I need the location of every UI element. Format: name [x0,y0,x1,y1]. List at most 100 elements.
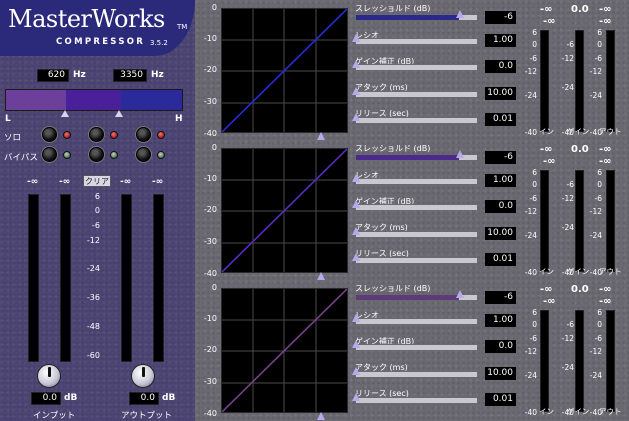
peak-gain: 0.0 [571,4,589,15]
attack-handle[interactable] [352,87,360,95]
input-gain-label: インプット [33,411,76,421]
release-slider[interactable] [355,397,478,404]
bypass-led-mid [110,151,118,159]
low-crossover-field[interactable]: 620 [37,69,69,82]
band-row-2: 0 -10 -20 -30 -40 スレッショルド (dB) -6 レシオ 1.00 ゲイン補… [196,280,629,420]
attack-slider[interactable] [355,371,478,378]
gain-value[interactable]: 0.0 [485,200,516,213]
gain-handle[interactable] [352,340,360,348]
ratio-slider[interactable] [355,38,478,45]
in-scale-tick: -24 [524,91,537,100]
gain-scale-tick: -24 [561,83,574,92]
io-scale-tick: 0 [94,206,100,215]
clear-button[interactable]: クリア [83,175,111,187]
gain-scale-tick: -12 [561,334,574,343]
in-meter [540,310,549,412]
bypass-button-high[interactable] [136,147,151,162]
in-scale-tick: 6 [532,28,537,37]
output-gain-field[interactable]: 0.0 [129,392,159,405]
gain-handle[interactable] [352,200,360,208]
release-handle[interactable] [352,253,360,261]
transfer-graph[interactable] [221,288,348,413]
io-scale-tick: 6 [94,192,100,201]
in-scale-tick: -6 [529,54,537,63]
graph-threshold-handle[interactable] [317,132,325,140]
transfer-graph[interactable] [221,148,348,273]
ratio-value[interactable]: 1.00 [485,314,516,327]
release-slider[interactable] [355,117,478,124]
graph-threshold-handle[interactable] [317,412,325,420]
threshold-value[interactable]: -6 [485,291,516,304]
threshold-value[interactable]: -6 [485,11,516,24]
release-value[interactable]: 0.01 [485,113,516,126]
high-crossover-handle[interactable] [115,110,123,117]
solo-button-low[interactable] [42,127,57,142]
in-scale-tick: 0 [532,180,537,189]
input-gain-field[interactable]: 0.0 [31,392,61,405]
threshold-handle[interactable] [456,150,464,158]
solo-led-mid [110,131,118,139]
ratio-value[interactable]: 1.00 [485,174,516,187]
input-knob-indicator [48,367,51,377]
gain-handle[interactable] [352,60,360,68]
input-gain-knob[interactable] [37,364,61,388]
left-panel: MasterWorks TM COMPRESSOR 3.5.2 620 Hz 3… [0,0,195,421]
output-gain-knob[interactable] [131,364,155,388]
attack-value[interactable]: 10.00 [485,87,516,100]
ratio-handle[interactable] [352,174,360,182]
output-knob-indicator [142,367,145,377]
gain-slider[interactable] [355,344,478,351]
input-peak-right: -∞ [59,177,71,187]
transfer-graph-svg [222,289,347,412]
solo-button-high[interactable] [136,127,151,142]
release-handle[interactable] [352,113,360,121]
threshold-value[interactable]: -6 [485,151,516,164]
graph-threshold-handle[interactable] [317,272,325,280]
output-meter-right [153,194,164,362]
gain-meter-label: ゲイン [567,127,590,136]
attack-value[interactable]: 10.00 [485,367,516,380]
high-crossover-field[interactable]: 3350 [113,69,147,82]
release-value[interactable]: 0.01 [485,253,516,266]
in-scale-tick: -24 [524,371,537,380]
threshold-handle[interactable] [456,10,464,18]
gain-value[interactable]: 0.0 [485,60,516,73]
in-meter [540,170,549,272]
bypass-button-low[interactable] [42,147,57,162]
attack-value[interactable]: 10.00 [485,227,516,240]
out-meter [606,170,615,272]
release-slider[interactable] [355,257,478,264]
threshold-handle[interactable] [456,290,464,298]
ratio-slider[interactable] [355,318,478,325]
gain-slider[interactable] [355,204,478,211]
graph-tick: -20 [203,65,217,74]
ratio-handle[interactable] [352,34,360,42]
gain-meter [575,30,584,132]
crossover-band-bar[interactable] [5,89,183,111]
band-right-label: H [175,114,183,124]
solo-button-mid[interactable] [89,127,104,142]
attack-handle[interactable] [352,367,360,375]
transfer-graph[interactable] [221,8,348,133]
attack-slider[interactable] [355,231,478,238]
graph-tick: -30 [203,97,217,106]
low-crossover-handle[interactable] [61,110,69,117]
graph-tick: -20 [203,205,217,214]
band-row-1: 0 -10 -20 -30 -40 スレッショルド (dB) -6 レシオ 1.00 ゲイン補… [196,140,629,280]
ratio-handle[interactable] [352,314,360,322]
attack-handle[interactable] [352,227,360,235]
attack-slider[interactable] [355,91,478,98]
gain-value[interactable]: 0.0 [485,340,516,353]
band-row-0: 0 -10 -20 -30 -40 スレッショルド (dB) -6 レシオ 1.00 ゲイン補… [196,0,629,140]
ratio-value[interactable]: 1.00 [485,34,516,47]
gain-scale-tick: -6 [566,320,574,329]
peak-in-2: -∞ [543,16,556,27]
io-scale-tick: -24 [86,264,100,273]
bypass-button-mid[interactable] [89,147,104,162]
peak-out: -∞ [599,4,612,15]
release-value[interactable]: 0.01 [485,393,516,406]
graph-tick: -40 [203,129,217,138]
gain-slider[interactable] [355,64,478,71]
ratio-slider[interactable] [355,178,478,185]
release-handle[interactable] [352,393,360,401]
